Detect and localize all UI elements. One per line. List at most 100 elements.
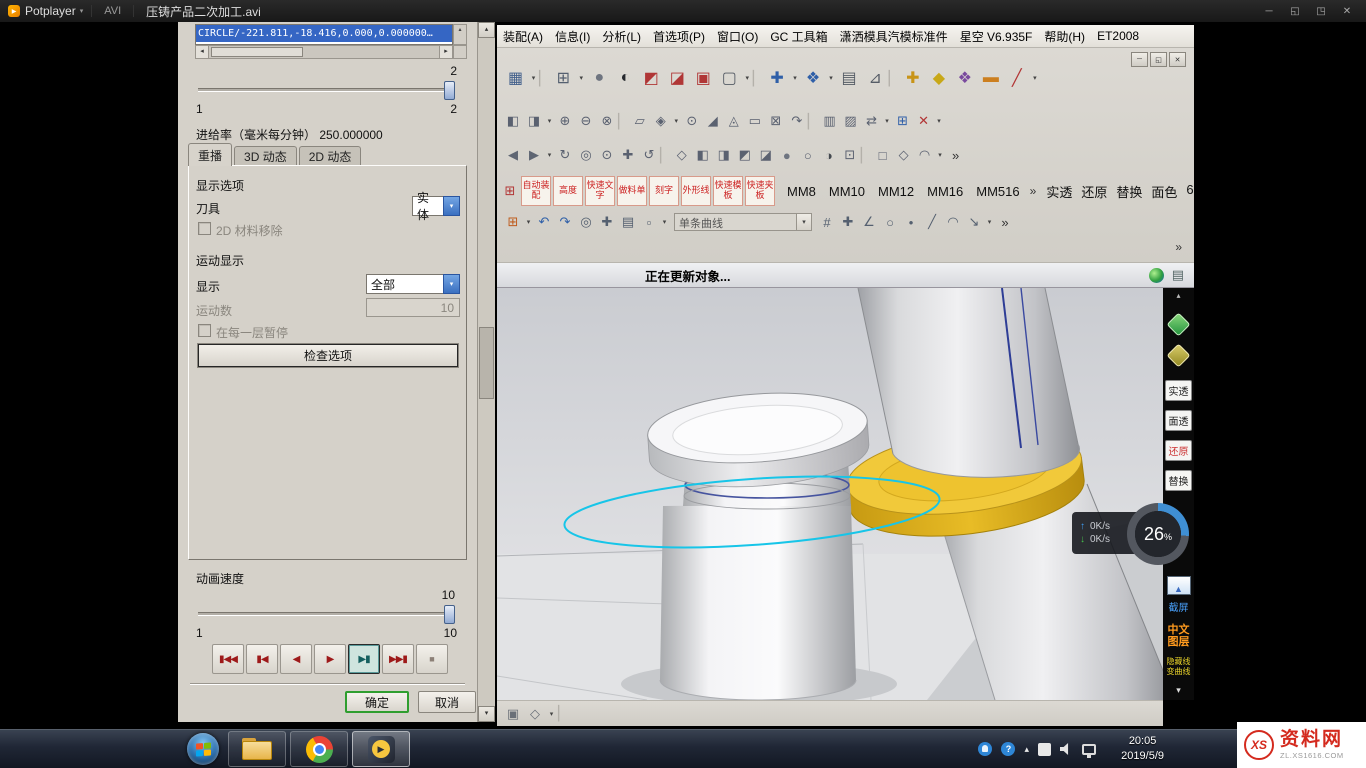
taskbar-explorer-button[interactable] <box>228 731 286 767</box>
target-icon[interactable]: ◎ <box>576 212 596 232</box>
dropdown-arrow-icon[interactable]: ▾ <box>660 212 669 232</box>
delete-icon[interactable]: ✕ <box>914 111 934 131</box>
screenshot-label[interactable]: 截屏 <box>1169 599 1189 614</box>
check-options-button[interactable]: 检查选项 <box>198 344 458 367</box>
hidden-line-button[interactable]: 隐藏线 变曲线 <box>1167 657 1191 677</box>
size-label[interactable]: MM16 <box>927 184 963 199</box>
dropdown-arrow-icon[interactable]: ▾ <box>545 145 554 165</box>
strip-restore-button[interactable]: 还原 <box>1165 440 1192 461</box>
cad-restore-button[interactable]: ◱ <box>1150 52 1167 67</box>
dropdown-arrow-icon[interactable]: ▾ <box>791 65 800 91</box>
curve-rule-combo[interactable]: 单条曲线 ▾ <box>674 213 812 231</box>
quick-button[interactable]: 高度 <box>553 176 583 206</box>
more-chevron-icon[interactable]: » <box>946 145 966 165</box>
dropdown-arrow-icon[interactable]: ▾ <box>1030 65 1039 91</box>
key-tool-icon[interactable]: ✚ <box>900 65 925 91</box>
trimetric-view-icon[interactable]: ◪ <box>756 145 776 165</box>
forward-icon[interactable]: ▶ <box>524 145 544 165</box>
step-back-button[interactable]: ▮◀ <box>246 644 278 674</box>
transform-icon[interactable]: ❖ <box>801 65 826 91</box>
back-icon[interactable]: ◀ <box>503 145 523 165</box>
volume-icon[interactable] <box>1060 743 1073 755</box>
iso-view-icon[interactable]: ◇ <box>672 145 692 165</box>
datum-csys-icon[interactable]: ▣ <box>691 65 716 91</box>
blend-icon[interactable]: ◬ <box>724 111 744 131</box>
shaded-sphere-icon[interactable]: ● <box>587 65 612 91</box>
sweep-icon[interactable]: ↷ <box>787 111 807 131</box>
dropdown-arrow-icon[interactable]: ▾ <box>547 704 556 724</box>
quick-button[interactable]: 刻字 <box>649 176 679 206</box>
tool-combo[interactable]: 实体▾ <box>412 196 460 216</box>
separator[interactable]: ▏ <box>753 65 764 91</box>
potplayer-titlebar[interactable]: ▶ Potplayer ▾ AVI 压铸产品二次加工.avi ─◱◳✕ <box>0 0 1366 22</box>
right-view-icon[interactable]: ◩ <box>735 145 755 165</box>
view-label[interactable]: 面色 <box>1151 182 1177 201</box>
dropdown-arrow-icon[interactable]: ▾ <box>743 65 752 91</box>
dropdown-arrow-icon[interactable]: ▾ <box>883 111 892 131</box>
separator[interactable]: ▏ <box>539 65 550 91</box>
plus-icon[interactable]: ✚ <box>597 212 617 232</box>
hidden-icons-chevron[interactable]: ▴ <box>1024 744 1029 755</box>
size-label[interactable]: MM516 <box>976 184 1019 199</box>
quick-button[interactable]: 快速文字 <box>585 176 615 206</box>
separator[interactable]: ▏ <box>808 111 819 131</box>
quick-button[interactable]: 快速模板 <box>713 176 743 206</box>
list-icon[interactable]: ▤ <box>618 212 638 232</box>
unite-icon[interactable]: ⊕ <box>555 111 575 131</box>
scroll-left-icon[interactable]: ◂ <box>196 46 209 58</box>
point-icon[interactable]: • <box>901 212 921 232</box>
menu-item[interactable]: 潇洒模具汽模标准件 <box>834 28 954 45</box>
quick-button[interactable]: 外形线 <box>681 176 711 206</box>
refresh-icon[interactable]: ↻ <box>555 145 575 165</box>
tab-replay[interactable]: 重播 <box>188 143 232 166</box>
scroll-right-icon[interactable]: ▸ <box>439 46 452 58</box>
taskbar-clock[interactable]: 20:05 2019/5/9 <box>1121 734 1164 765</box>
dropdown-arrow-icon[interactable]: ▾ <box>524 212 533 232</box>
menu-item[interactable]: 信息(I) <box>549 28 596 45</box>
intersect-icon[interactable]: ⊗ <box>597 111 617 131</box>
size-label[interactable]: MM10 <box>829 184 865 199</box>
im-tray-icon[interactable] <box>978 742 992 756</box>
position-slider-handle[interactable] <box>444 81 455 100</box>
strip-translucent-button[interactable]: 实透 <box>1165 380 1192 401</box>
separator[interactable]: ▏ <box>889 65 900 91</box>
trim-body-icon[interactable]: ⊠ <box>766 111 786 131</box>
cylinder-icon[interactable]: ◈ <box>651 111 671 131</box>
more-chevron-icon[interactable]: » <box>1175 240 1182 254</box>
green-gadget-icon[interactable] <box>1166 312 1190 336</box>
ruler-icon[interactable]: ▬ <box>978 65 1003 91</box>
player-fullscreen-button[interactable]: ◳ <box>1308 6 1334 17</box>
revolve-icon[interactable]: ◨ <box>524 111 544 131</box>
expression-icon[interactable]: ⊞ <box>893 111 913 131</box>
angle-icon[interactable]: ∠ <box>859 212 879 232</box>
separator[interactable]: ▏ <box>618 111 629 131</box>
menu-item[interactable]: 首选项(P) <box>647 28 711 45</box>
strip-face-translucent-button[interactable]: 面透 <box>1165 410 1192 431</box>
chamfer-icon[interactable]: ◢ <box>703 111 723 131</box>
skip-to-end-button[interactable]: ▶▶▮ <box>382 644 414 674</box>
play-forward-button[interactable]: ▶ <box>314 644 346 674</box>
endpoint-icon[interactable]: ↘ <box>964 212 984 232</box>
scrollbar-thumb[interactable] <box>479 327 494 399</box>
pause-each-layer-checkbox[interactable] <box>198 324 211 337</box>
progress-circle[interactable]: 26 % <box>1127 503 1189 565</box>
dropdown-arrow-icon[interactable]: ▾ <box>935 111 944 131</box>
help-tray-icon[interactable]: ? <box>1001 742 1015 756</box>
block-icon[interactable]: ▱ <box>630 111 650 131</box>
subtract-icon[interactable]: ⊖ <box>576 111 596 131</box>
cancel-button[interactable]: 取消 <box>418 691 476 713</box>
cad-minimize-button[interactable]: ─ <box>1131 52 1148 67</box>
wcs-icon[interactable]: ✚ <box>765 65 790 91</box>
dropdown-arrow-icon[interactable]: ▾ <box>529 65 538 91</box>
shell-icon[interactable]: ▭ <box>745 111 765 131</box>
menu-item[interactable]: 帮助(H) <box>1038 28 1091 45</box>
start-button[interactable] <box>187 733 219 765</box>
quick-button[interactable]: 做料单 <box>617 176 647 206</box>
assembly-icon[interactable]: ◇ <box>525 704 545 724</box>
tab-3d-dynamic[interactable]: 3D 动态 <box>234 146 297 166</box>
listbox-vscrollbar[interactable]: ▴ <box>453 24 467 45</box>
listbox-hscrollbar[interactable]: ◂ ▸ <box>195 45 453 59</box>
display-mode-icon[interactable]: ▢ <box>717 65 742 91</box>
strip-scroll-down-icon[interactable]: ▾ <box>1176 685 1181 696</box>
circle-icon[interactable]: ○ <box>880 212 900 232</box>
